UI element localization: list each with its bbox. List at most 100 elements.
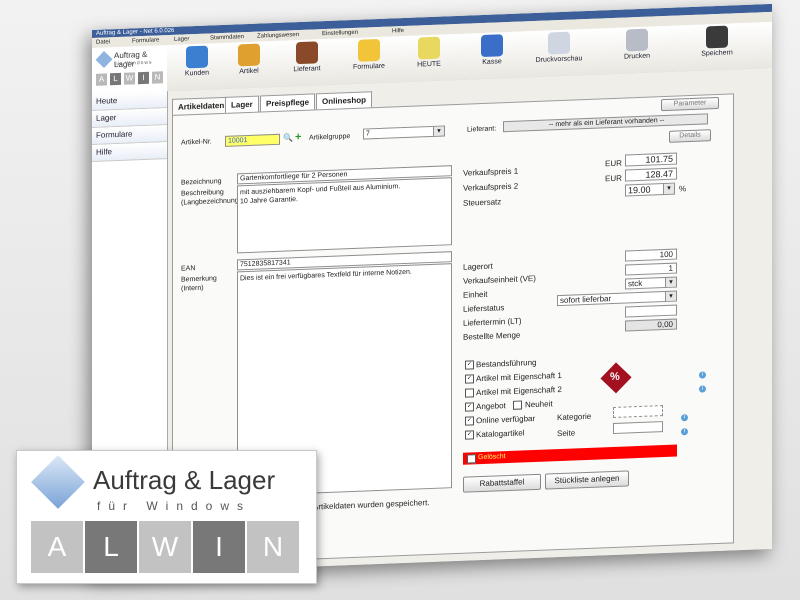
einheit-value: stck <box>628 278 643 289</box>
logo-subtitle: für Windows <box>97 499 252 513</box>
toolbar-speichern-button[interactable]: Speichern <box>687 25 747 58</box>
info-icon[interactable]: i <box>681 414 688 422</box>
beschreibung-textarea[interactable]: mit ausziehbarem Kopf- und Fußteil aus A… <box>237 177 452 254</box>
vk1-input[interactable]: 101.75 <box>625 152 677 167</box>
logo-letter: I <box>138 71 149 85</box>
status-message: Artikeldaten wurden gespeichert. <box>313 498 430 512</box>
logo-letter: W <box>124 72 135 85</box>
liefertermin-input[interactable] <box>625 304 677 318</box>
logo-letter: N <box>247 521 299 573</box>
logo-letter: N <box>152 71 163 84</box>
background: Auftrag & Lager - Net 6.0.026 Datei Form… <box>0 0 800 600</box>
toolbar-lieferant-button[interactable]: Lieferant <box>277 41 337 74</box>
eigenschaft-1-label: Artikel mit Eigenschaft 1 <box>476 370 562 384</box>
ve-input[interactable]: 1 <box>625 262 677 276</box>
chevron-down-icon: ▼ <box>433 126 444 136</box>
search-icon[interactable]: 🔍 <box>283 133 293 142</box>
folder-icon <box>358 38 380 62</box>
vk1-currency: EUR <box>605 158 622 169</box>
logo-letter: I <box>193 521 245 573</box>
artikel-nr-input[interactable]: 10001 <box>225 133 280 147</box>
checkbox-bestandsfuehrung[interactable]: ✓ <box>465 360 474 370</box>
toolbar-druckvorschau-button[interactable]: Druckvorschau <box>529 31 589 64</box>
logo-letter: A <box>31 521 83 573</box>
checkbox-eigenschaft-1[interactable]: ✓ <box>465 374 474 384</box>
ean-label: EAN <box>181 265 196 273</box>
liefertermin-label: Liefertermin (LT) <box>463 316 522 328</box>
users-icon <box>186 45 208 69</box>
rabattstaffel-button[interactable]: Rabattstaffel <box>463 473 541 493</box>
artikelgruppe-select[interactable]: 7 ▼ <box>363 125 445 140</box>
neuheit-label: Neuheit <box>525 399 553 410</box>
checkbox-online-verfuegbar[interactable]: ✓ <box>465 416 474 426</box>
steuersatz-label: Steuersatz <box>463 197 502 208</box>
parameter-button[interactable]: Parameter <box>661 96 719 112</box>
lieferstatus-select[interactable]: sofort lieferbar ▼ <box>557 290 677 307</box>
logo-diamond-icon <box>31 455 85 509</box>
toolbar-artikel-button[interactable]: Artikel <box>219 43 279 76</box>
chevron-down-icon: ▼ <box>663 183 674 195</box>
toolbar-kasse-button[interactable]: Kasse <box>462 33 522 66</box>
cart-icon <box>238 43 260 67</box>
logo-letter: L <box>110 72 121 86</box>
vk2-input[interactable]: 128.47 <box>625 167 677 182</box>
toolbar-label: Formulare <box>353 62 385 71</box>
chevron-down-icon: ▼ <box>665 291 676 301</box>
menu-hilfe[interactable]: Hilfe <box>392 26 404 36</box>
percent-unit: % <box>679 184 687 194</box>
info-icon[interactable]: i <box>681 428 688 436</box>
bezeichnung-label: Bezeichnung <box>181 178 222 187</box>
toolbar-label: Kasse <box>482 58 502 67</box>
seite-input[interactable] <box>613 421 663 434</box>
menu-lager[interactable]: Lager <box>174 34 189 45</box>
vk2-label: Verkaufspreis 2 <box>463 181 519 193</box>
beschreibung-label: Beschreibung (Langbezeichnung) <box>181 188 241 207</box>
percent-icon: % <box>610 370 620 384</box>
logo-letter: W <box>139 521 191 573</box>
vk2-currency: EUR <box>605 173 622 184</box>
kategorie-label: Kategorie <box>557 411 592 423</box>
eigenschaft-2-label: Artikel mit Eigenschaft 2 <box>476 384 562 398</box>
steuersatz-select[interactable]: 19.00 ▼ <box>625 182 675 197</box>
info-icon[interactable]: i <box>699 385 706 393</box>
checkbox-eigenschaft-2[interactable] <box>465 388 474 398</box>
kategorie-input[interactable] <box>613 405 663 418</box>
einheit-select[interactable]: stck ▼ <box>625 276 677 290</box>
toolbar-drucken-button[interactable]: Drucken <box>607 28 667 61</box>
geloescht-label: Gelöscht <box>478 453 506 462</box>
toolbar-label: HEUTE <box>417 60 441 69</box>
artikelgruppe-value: 7 <box>366 130 370 138</box>
toolbar-heute-button[interactable]: HEUTE <box>399 36 459 69</box>
sidebar-item-hilfe[interactable]: Hilfe <box>92 142 167 162</box>
checkbox-neuheit[interactable] <box>513 400 522 410</box>
stueckliste-button[interactable]: Stückliste anlegen <box>545 470 629 490</box>
steuersatz-value: 19.00 <box>628 184 651 196</box>
vk1-label: Verkaufspreis 1 <box>463 166 519 178</box>
toolbar-formulare-button[interactable]: Formulare <box>339 38 399 71</box>
info-icon[interactable]: i <box>699 371 706 379</box>
details-button[interactable]: Details <box>669 129 711 143</box>
toolbar-label: Druckvorschau <box>535 55 583 64</box>
lieferant-label: Lieferant: <box>467 125 497 134</box>
lagerort-input[interactable]: 100 <box>625 248 677 262</box>
menu-datei[interactable]: Datei <box>96 37 110 48</box>
angebot-label: Angebot <box>476 401 506 412</box>
checkbox-katalogartikel[interactable]: ✓ <box>465 430 474 440</box>
checkbox-angebot[interactable]: ✓ <box>465 402 474 412</box>
toolbar-label: Lieferant <box>293 65 321 74</box>
checkbox-geloescht[interactable] <box>467 454 476 464</box>
online-verfuegbar-label: Online verfügbar <box>476 413 536 426</box>
add-icon[interactable]: + <box>295 131 301 143</box>
lieferstatus-value: sofort lieferbar <box>560 294 612 306</box>
ve-label: Verkaufseinheit (VE) <box>463 273 536 286</box>
toolbar-label: Kunden <box>184 69 210 78</box>
logo-letter: L <box>85 521 137 573</box>
bestandsfuehrung-label: Bestandsführung <box>476 357 537 370</box>
alwin-logo: Auftrag & Lager für Windows A L W I N <box>16 450 317 584</box>
book-icon <box>296 41 318 65</box>
print-preview-icon <box>548 31 570 55</box>
toolbar-kunden-button[interactable]: Kunden <box>167 45 227 78</box>
seite-label: Seite <box>557 428 576 439</box>
lieferant-field[interactable]: -- mehr als ein Lieferant vorhanden -- <box>503 113 708 133</box>
toolbar-label: Artikel <box>239 67 259 76</box>
